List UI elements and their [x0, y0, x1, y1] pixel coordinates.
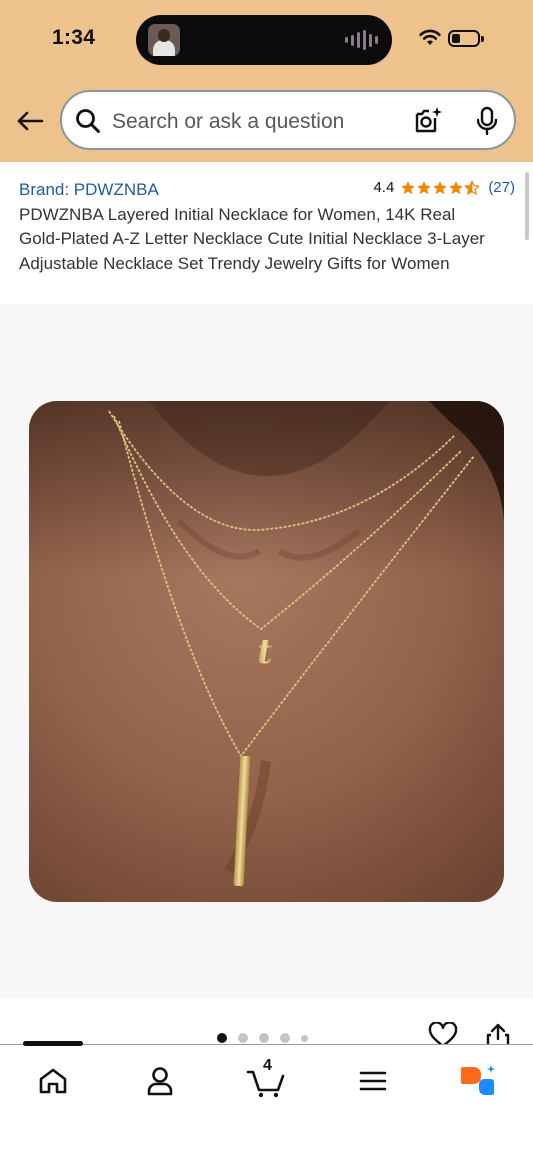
carousel-dot[interactable] — [301, 1034, 308, 1042]
status-time: 1:34 — [52, 26, 96, 49]
carousel-dot[interactable] — [217, 1033, 227, 1043]
cart-count-badge: 4 — [263, 1057, 272, 1074]
rating-value: 4.4 — [373, 179, 395, 196]
search-placeholder: Search or ask a question — [112, 110, 345, 133]
now-playing-artwork — [148, 24, 180, 56]
image-gallery[interactable]: t — [0, 304, 533, 998]
star-icon — [449, 180, 464, 194]
nav-home[interactable] — [31, 1061, 75, 1101]
wifi-icon — [419, 29, 441, 45]
nav-rufus[interactable] — [456, 1061, 500, 1101]
carousel-dot[interactable] — [280, 1033, 290, 1043]
battery-icon — [448, 30, 484, 47]
star-rating — [400, 180, 480, 196]
rating-summary[interactable]: 4.4 (27) — [373, 179, 515, 196]
star-icon — [417, 180, 432, 194]
back-button[interactable] — [14, 105, 46, 137]
product-image[interactable]: t — [29, 401, 504, 902]
half-star-icon — [464, 180, 480, 195]
audio-waveform-icon — [345, 30, 378, 50]
carousel-dot[interactable] — [259, 1033, 269, 1043]
product-title: PDWZNBA Layered Initial Necklace for Wom… — [19, 205, 485, 273]
svg-text:t: t — [257, 632, 273, 672]
home-icon — [39, 1068, 67, 1094]
nav-account[interactable] — [138, 1061, 182, 1101]
carousel-dots[interactable] — [217, 1033, 308, 1043]
back-arrow-icon — [17, 111, 44, 131]
active-tab-indicator — [23, 1041, 83, 1046]
scrollbar[interactable] — [525, 172, 529, 240]
gallery-controls — [0, 998, 533, 1048]
product-info: Brand: PDWZNBA 4.4 (27) PDWZNBA Layered … — [0, 162, 533, 304]
brand-link[interactable]: Brand: PDWZNBA — [19, 180, 159, 200]
bottom-navigation: 4 — [0, 1041, 533, 1156]
menu-icon — [359, 1071, 387, 1091]
star-icon — [401, 180, 416, 194]
star-icon — [433, 180, 448, 194]
search-input[interactable]: Search or ask a question — [60, 90, 516, 150]
rufus-icon — [461, 1065, 495, 1095]
carousel-dot[interactable] — [238, 1033, 248, 1043]
mic-icon[interactable] — [475, 106, 499, 136]
camera-icon[interactable] — [413, 106, 445, 136]
app-header: 1:34 Search or ask a question — [0, 0, 533, 162]
review-count-link[interactable]: (27) — [488, 179, 515, 196]
nav-cart[interactable]: 4 — [244, 1057, 288, 1101]
nav-menu[interactable] — [351, 1061, 395, 1101]
search-icon — [76, 109, 100, 133]
dynamic-island[interactable] — [136, 15, 392, 65]
account-icon — [147, 1067, 173, 1096]
